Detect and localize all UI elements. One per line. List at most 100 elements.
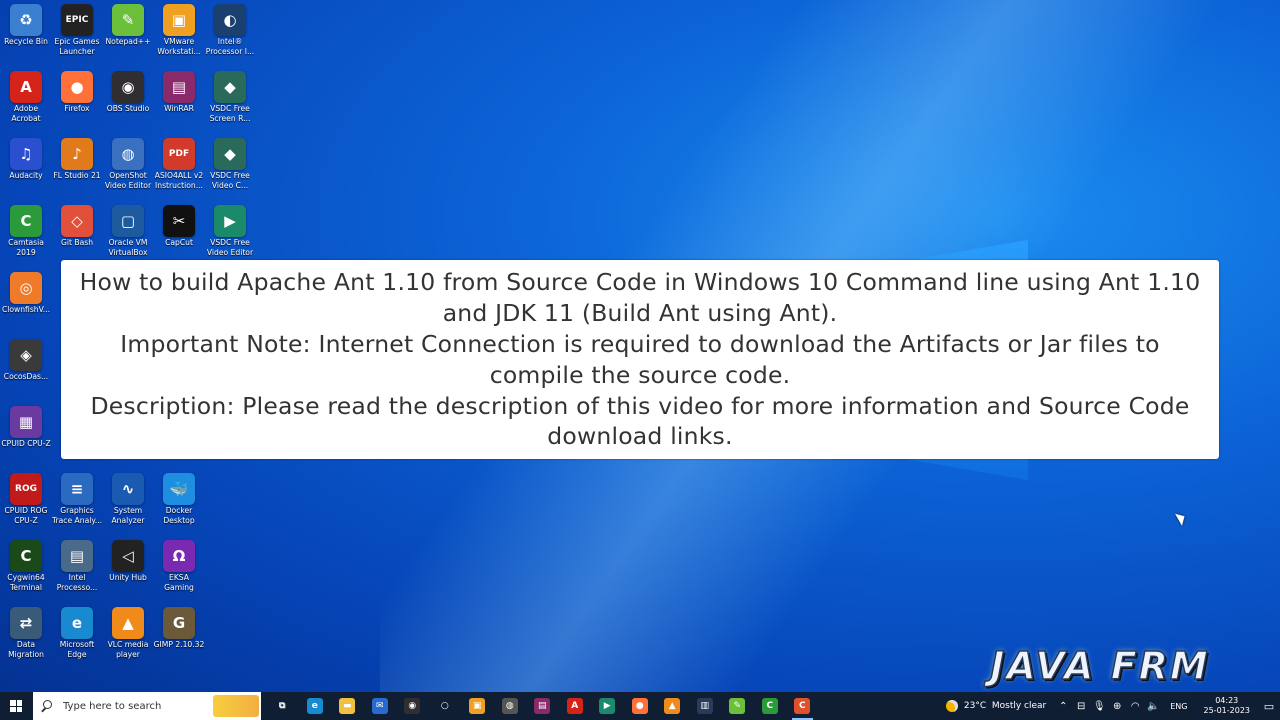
desktop-icon-label: OpenShot Video Editor bbox=[104, 171, 152, 190]
volume-icon[interactable]: 🔈 bbox=[1145, 701, 1161, 712]
globe-icon[interactable]: ⊕ bbox=[1109, 701, 1125, 712]
taskbar-app-task-view[interactable]: ⧉ bbox=[266, 692, 299, 720]
microphone-icon[interactable]: 🎙 bbox=[1091, 701, 1107, 712]
desktop-icon[interactable]: ROG CPUID ROG CPU-Z bbox=[0, 471, 52, 525]
desktop-icon[interactable]: ≡ Graphics Trace Analy... bbox=[51, 471, 103, 525]
taskbar-app-terminal[interactable]: ▥ bbox=[689, 692, 722, 720]
desktop-icon-label: Cygwin64 Terminal bbox=[7, 573, 45, 592]
camtasia-icon: C bbox=[761, 698, 778, 714]
taskbar-search-box[interactable] bbox=[33, 692, 261, 720]
clock-date: 25-01-2023 bbox=[1203, 706, 1251, 715]
desktop-icon[interactable]: ◉ OBS Studio bbox=[102, 69, 154, 114]
desktop-icon[interactable]: ♪ FL Studio 21 bbox=[51, 136, 103, 181]
winrar-icon: ▤ bbox=[163, 71, 195, 103]
epic-games-icon: EPIC bbox=[61, 4, 93, 36]
virtualbox-icon: ▢ bbox=[112, 205, 144, 237]
chevron-up-icon[interactable]: ⌃ bbox=[1055, 701, 1071, 712]
terminal-icon: ▥ bbox=[696, 698, 713, 714]
desktop-icon[interactable]: ▲ VLC media player bbox=[102, 605, 154, 659]
desktop-icon[interactable]: ▢ Oracle VM VirtualBox bbox=[102, 203, 154, 257]
desktop-icon[interactable]: ▶ VSDC Free Video Editor bbox=[204, 203, 256, 257]
desktop-icon[interactable]: C Cygwin64 Terminal bbox=[0, 538, 52, 592]
edge-icon: e bbox=[61, 607, 93, 639]
wifi-icon[interactable]: ◠ bbox=[1127, 701, 1143, 712]
desktop-icon-label: Firefox bbox=[64, 104, 90, 113]
caption-line-6: download links. bbox=[547, 422, 733, 450]
taskbar-app-obs[interactable]: ◉ bbox=[396, 692, 429, 720]
desktop-icon-label: VSDC Free Video Editor bbox=[206, 238, 254, 257]
desktop-icon[interactable]: ⇄ Data Migration bbox=[0, 605, 52, 659]
notification-icon[interactable]: ▭ bbox=[1258, 700, 1280, 713]
taskbar-app-winrar[interactable]: ▤ bbox=[526, 692, 559, 720]
desktop-icon[interactable]: ♻ Recycle Bin bbox=[0, 2, 52, 47]
system-analyzer-icon: ∿ bbox=[112, 473, 144, 505]
desktop-icon[interactable]: e Microsoft Edge bbox=[51, 605, 103, 659]
taskbar-pinned-apps: ⧉ e ▬ ✉ ◉ ○ ▣ ◍ ▤ A ▶ ● ▲ ▥ ✎ C C bbox=[266, 692, 819, 720]
rog-cpuz-icon: ROG bbox=[10, 473, 42, 505]
desktop-icon[interactable]: EPIC Epic Games Launcher bbox=[51, 2, 103, 56]
taskbar: ⧉ e ▬ ✉ ◉ ○ ▣ ◍ ▤ A ▶ ● ▲ ▥ ✎ CC 23°C Mostly clear ⌃ ⊟ … bbox=[0, 692, 1280, 720]
desktop-icon-label: Data Migration bbox=[8, 640, 44, 659]
network-icon[interactable]: ⊟ bbox=[1073, 701, 1089, 712]
taskbar-app-camtasia[interactable]: C bbox=[754, 692, 787, 720]
weather-temp: 23°C bbox=[963, 701, 987, 711]
taskbar-app-vsdc[interactable]: ▶ bbox=[591, 692, 624, 720]
taskbar-app-acrobat[interactable]: A bbox=[559, 692, 592, 720]
caption-line-1: How to build Apache Ant 1.10 from Source… bbox=[79, 268, 1201, 296]
taskbar-app-cortana[interactable]: ○ bbox=[429, 692, 462, 720]
desktop-icon[interactable]: ∿System Analyzer 20... bbox=[102, 471, 154, 526]
desktop-icon[interactable]: ▤ WinRAR bbox=[153, 69, 205, 114]
firefox-icon: ● bbox=[631, 698, 648, 714]
eksa-headset-icon: Ω bbox=[163, 540, 195, 572]
taskbar-app-edge[interactable]: e bbox=[299, 692, 332, 720]
taskbar-app-notepadpp[interactable]: ✎ bbox=[721, 692, 754, 720]
taskbar-app-mail[interactable]: ✉ bbox=[364, 692, 397, 720]
taskbar-app-file-explorer[interactable]: ▬ bbox=[331, 692, 364, 720]
desktop-icon[interactable]: ◈ CocosDas... bbox=[0, 337, 52, 382]
desktop-icon[interactable]: ◁ Unity Hub bbox=[102, 538, 154, 583]
desktop-icon[interactable]: C Camtasia 2019 bbox=[0, 203, 52, 257]
desktop-icon[interactable]: ▦ CPUID CPU-Z bbox=[0, 404, 52, 449]
desktop-icon[interactable]: ΩEKSA Gaming Headset bbox=[153, 538, 205, 593]
desktop-icon[interactable]: ✎ Notepad++ bbox=[102, 2, 154, 47]
desktop-icon[interactable]: ▣ VMware Workstati... bbox=[153, 2, 205, 56]
desktop-icon-label: WinRAR bbox=[164, 104, 194, 113]
gimp-icon: G bbox=[163, 607, 195, 639]
desktop-icon[interactable]: ● Firefox bbox=[51, 69, 103, 114]
desktop-icon[interactable]: ✂ CapCut bbox=[153, 203, 205, 248]
weather-widget[interactable]: 23°C Mostly clear bbox=[945, 700, 1046, 712]
task-view-icon: ⧉ bbox=[279, 701, 286, 711]
desktop-icon-label: Git Bash bbox=[60, 238, 94, 247]
desktop-icon[interactable]: ◆ VSDC Free Screen R... bbox=[204, 69, 256, 123]
mail-icon: ✉ bbox=[371, 698, 388, 714]
desktop-icon-label: System Analyzer 20... bbox=[111, 506, 145, 526]
desktop-icon-label: Unity Hub bbox=[109, 573, 147, 582]
taskbar-app-chrome-like[interactable]: ◍ bbox=[494, 692, 527, 720]
caption-line-5: Description: Please read the description… bbox=[90, 392, 1190, 420]
notepadpp-icon: ✎ bbox=[729, 698, 746, 714]
desktop-icon[interactable]: PDF ASIO4ALL v2 Instruction... bbox=[153, 136, 205, 190]
start-button[interactable] bbox=[0, 692, 32, 720]
desktop-icon[interactable]: ◆ VSDC Free Video C... bbox=[204, 136, 256, 190]
desktop-icon[interactable]: ◇ Git Bash bbox=[51, 203, 103, 248]
desktop-icon[interactable]: ◍ OpenShot Video Editor bbox=[102, 136, 154, 190]
desktop-icon[interactable]: G GIMP 2.10.32 bbox=[153, 605, 205, 650]
desktop-icon[interactable]: ◐ Intel® Processor I... bbox=[204, 2, 256, 56]
taskbar-app-camtasia-recorder[interactable]: C bbox=[786, 692, 819, 720]
desktop-icon[interactable]: ▤ Intel Processo... bbox=[51, 538, 103, 592]
taskbar-app-vmware[interactable]: ▣ bbox=[461, 692, 494, 720]
video-caption-overlay: How to build Apache Ant 1.10 from Source… bbox=[61, 260, 1219, 459]
desktop-icon[interactable]: A Adobe Acrobat bbox=[0, 69, 52, 123]
desktop-icon[interactable]: ♫ Audacity bbox=[0, 136, 52, 181]
desktop-icon[interactable]: 🐳 Docker Desktop bbox=[153, 471, 205, 525]
edge-icon: e bbox=[306, 698, 323, 714]
clock[interactable]: 04:23 25-01-2023 bbox=[1204, 696, 1251, 716]
desktop-icon-label: FL Studio 21 bbox=[53, 171, 101, 180]
mouse-cursor-icon bbox=[1174, 510, 1189, 526]
desktop-icon-label: Adobe Acrobat bbox=[11, 104, 41, 123]
language-indicator[interactable]: ENG bbox=[1170, 702, 1187, 711]
taskbar-app-vlc[interactable]: ▲ bbox=[656, 692, 689, 720]
desktop-icon[interactable]: ◎ ClownfishV... bbox=[0, 270, 52, 315]
search-input[interactable] bbox=[61, 699, 215, 713]
taskbar-app-firefox[interactable]: ● bbox=[624, 692, 657, 720]
